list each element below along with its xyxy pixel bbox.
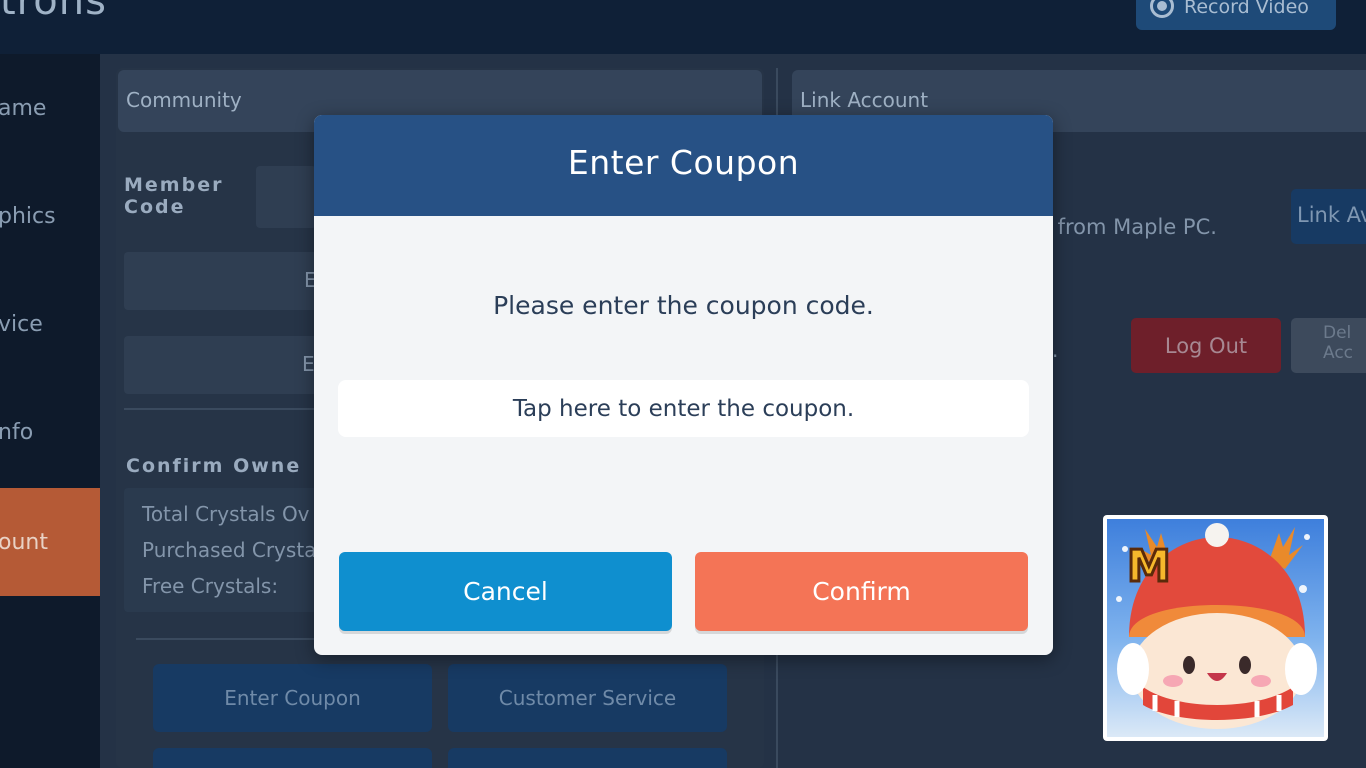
dialog-header: Enter Coupon bbox=[314, 115, 1053, 216]
record-video-label: Record Video bbox=[1184, 0, 1309, 18]
sidebar-item-label: phics bbox=[0, 203, 56, 229]
delete-account-button[interactable]: Del Acc bbox=[1291, 318, 1366, 373]
sidebar-item-account[interactable]: ount bbox=[0, 488, 100, 596]
dialog-message: Please enter the coupon code. bbox=[493, 291, 874, 320]
sidebar: ame phics vice nfo ount bbox=[0, 54, 100, 768]
link-account-description: s from Maple PC. bbox=[1040, 215, 1217, 239]
confirm-button[interactable]: Confirm bbox=[695, 552, 1028, 631]
dialog-title: Enter Coupon bbox=[567, 143, 800, 182]
mushroom-mascot-icon: M bbox=[1116, 523, 1317, 729]
sidebar-item-device[interactable]: vice bbox=[0, 270, 100, 378]
more-button[interactable] bbox=[153, 748, 432, 768]
enter-coupon-button[interactable]: Enter Coupon bbox=[153, 664, 432, 732]
sidebar-item-label: vice bbox=[0, 311, 43, 337]
more-button[interactable] bbox=[448, 748, 727, 768]
sidebar-item-info[interactable]: nfo bbox=[0, 378, 100, 486]
free-crystals-label: Free Crystals: bbox=[142, 574, 279, 598]
crystals-box: Total Crystals Ov Purchased Crysta Free … bbox=[124, 488, 324, 612]
member-code-label: Member Code bbox=[124, 174, 224, 218]
purchased-crystals-label: Purchased Crysta bbox=[142, 538, 317, 562]
community-row-2[interactable]: E bbox=[124, 336, 324, 394]
sidebar-item-label: ame bbox=[0, 95, 47, 121]
link-account-button[interactable]: Link Av bbox=[1291, 189, 1366, 244]
top-bar: trons Record Video bbox=[0, 0, 1366, 54]
page-title: trons bbox=[0, 0, 107, 24]
record-icon bbox=[1150, 0, 1174, 18]
record-video-button[interactable]: Record Video bbox=[1136, 0, 1336, 30]
confirm-owned-crystals-heading: Confirm Owne bbox=[126, 455, 302, 477]
sidebar-item-label: ount bbox=[0, 529, 48, 555]
community-row-1[interactable]: E bbox=[124, 252, 324, 310]
total-crystals-label: Total Crystals Ov bbox=[142, 502, 310, 526]
sidebar-item-game[interactable]: ame bbox=[0, 54, 100, 162]
customer-service-button[interactable]: Customer Service bbox=[448, 664, 727, 732]
app-logo-letter: M bbox=[1127, 541, 1171, 592]
coupon-code-input[interactable] bbox=[338, 380, 1029, 437]
member-code-field bbox=[256, 166, 316, 228]
app-icon-badge: M bbox=[1103, 515, 1328, 741]
cancel-button[interactable]: Cancel bbox=[339, 552, 672, 631]
log-out-button[interactable]: Log Out bbox=[1131, 318, 1281, 373]
maplestory-m-app-icon: M bbox=[1107, 519, 1324, 737]
sidebar-item-graphics[interactable]: phics bbox=[0, 162, 100, 270]
enter-coupon-dialog: Enter Coupon Please enter the coupon cod… bbox=[314, 115, 1053, 655]
community-row-2-label: E bbox=[302, 352, 315, 376]
divider bbox=[124, 408, 324, 410]
sidebar-item-label: nfo bbox=[0, 419, 34, 445]
